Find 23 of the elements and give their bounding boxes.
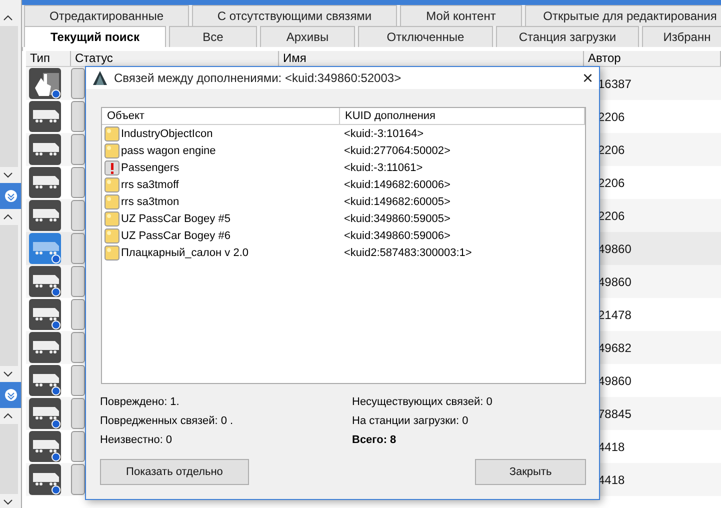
stat-text: Повредженных связей: 0 . xyxy=(100,415,234,428)
table-cell-text: <kuid:149682:60005> xyxy=(343,196,452,208)
table-cell: 16387 xyxy=(598,76,632,90)
stat-text: Повреждено: 1. xyxy=(100,396,180,409)
table-cell: 49860 xyxy=(598,374,632,388)
table-cell-text: <kuid:349860:59006> xyxy=(343,230,452,242)
table-cell-text: <kuid:349860:59005> xyxy=(343,212,452,224)
table-cell-text: <kuid:-3:10164> xyxy=(343,128,425,140)
stat-text: На станции загрузки: 0 xyxy=(352,415,470,428)
table-cell-text: <kuid:-3:11061> xyxy=(343,162,424,174)
stat-text: Неизвестно: 0 xyxy=(100,434,174,447)
table-cell: 49860 xyxy=(598,242,632,256)
table-cell: 4418 xyxy=(598,472,625,486)
table-cell: 49682 xyxy=(598,340,632,354)
table-cell: 4418 xyxy=(598,440,625,454)
total-text: Всего: 8 xyxy=(352,434,398,447)
table-cell: 49860 xyxy=(598,274,632,288)
table-cell-text: <kuid2:587483:300003:1> xyxy=(343,246,473,258)
stat-text: Несуществующих связей: 0 xyxy=(352,396,494,409)
table-cell: 78845 xyxy=(598,406,632,420)
table-cell-text: <kuid:277064:50002> xyxy=(343,144,452,156)
dialog-title: Связей между дополнениями: <kuid:349860:52003> xyxy=(114,71,402,85)
table-cell-text: <kuid:149682:60006> xyxy=(343,178,452,190)
